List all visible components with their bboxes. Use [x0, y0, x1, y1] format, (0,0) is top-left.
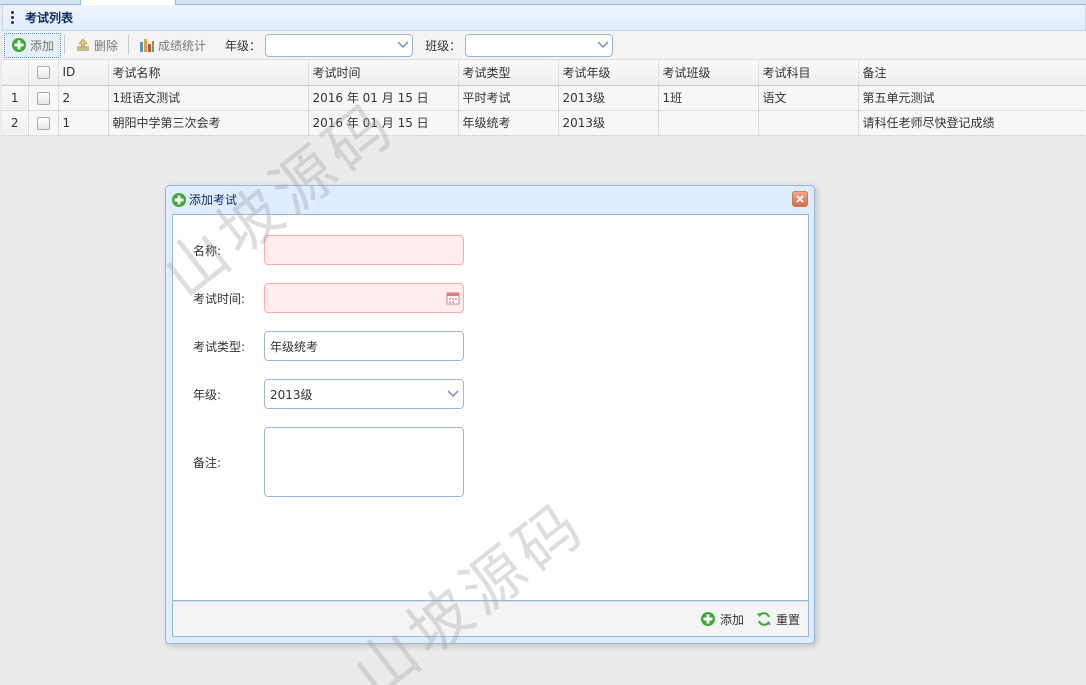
- column-header[interactable]: 考试类型: [458, 60, 559, 86]
- type-label: 考试类型:: [193, 339, 246, 354]
- dialog-header[interactable]: 添加考试: [166, 186, 814, 213]
- grade-label: 年级:: [193, 387, 222, 402]
- exam-table: ID 考试名称 考试时间 考试类型 考试年级 考试班级 考试科目 备注 1 2 …: [2, 60, 1086, 136]
- cell-type: 平时考试: [458, 85, 559, 111]
- type-row: 考试类型: 年级统考: [193, 331, 464, 361]
- column-header[interactable]: 备注: [858, 60, 1086, 86]
- refresh-icon: [756, 612, 771, 626]
- dialog-reset-label: 重置: [775, 612, 800, 627]
- class-filter-select[interactable]: [465, 33, 614, 57]
- dialog-body: 名称: 考试时间: 考试类型: 年级统考 年级: 2013级 备注:: [172, 214, 809, 601]
- close-button[interactable]: [792, 191, 808, 207]
- select-all-checkbox[interactable]: [28, 60, 59, 86]
- column-header[interactable]: 考试班级: [658, 60, 759, 86]
- chevron-down-icon[interactable]: [594, 35, 612, 56]
- cell-remark: 请科任老师尽快登记成绩: [858, 110, 1086, 136]
- name-input[interactable]: [264, 235, 464, 265]
- cell-name: 朝阳中学第三次会考: [108, 110, 309, 136]
- chevron-down-icon[interactable]: [443, 380, 463, 408]
- add-icon: [700, 612, 715, 626]
- toolbar: 添加 删除 成绩统计 年级： 班级：: [2, 31, 1086, 60]
- rownum-header: [2, 60, 29, 86]
- time-row: 考试时间:: [193, 283, 464, 313]
- cell-id: 2: [58, 85, 109, 111]
- add-exam-dialog: 添加考试 名称: 考试时间: 考试类型: 年级统考 年级: 2013级 备注: …: [165, 185, 815, 644]
- exam-type-input[interactable]: 年级统考: [264, 331, 464, 361]
- grade-select[interactable]: 2013级: [264, 379, 464, 409]
- dialog-add-label: 添加: [719, 612, 744, 627]
- cell-id: 1: [58, 110, 109, 136]
- column-header[interactable]: ID: [58, 60, 109, 86]
- grade-filter-label: 年级：: [225, 38, 262, 53]
- dialog-reset-button[interactable]: 重置: [756, 611, 800, 628]
- row-checkbox[interactable]: [28, 110, 59, 136]
- table-row[interactable]: 2 1 朝阳中学第三次会考 2016 年 01 月 15 日 年级统考 2013…: [2, 110, 1086, 136]
- cell-remark: 第五单元测试: [858, 85, 1086, 111]
- toolbar-separator: [64, 35, 66, 55]
- grade-row: 年级: 2013级: [193, 379, 464, 409]
- add-icon: [12, 38, 26, 52]
- grade-filter-select[interactable]: [265, 33, 414, 57]
- remark-row: 备注:: [193, 427, 464, 497]
- column-header[interactable]: 考试科目: [758, 60, 859, 86]
- delete-button[interactable]: 删除: [68, 33, 125, 58]
- panel-header: 考试列表: [2, 5, 1086, 31]
- column-header[interactable]: 考试名称: [108, 60, 309, 86]
- cell-subject: [758, 110, 859, 136]
- remark-label: 备注:: [193, 455, 222, 470]
- add-button-label: 添加: [30, 38, 55, 53]
- exam-time-input[interactable]: [264, 283, 464, 313]
- cell-grade: 2013级: [558, 110, 659, 136]
- cell-type: 年级统考: [458, 110, 559, 136]
- more-menu-icon[interactable]: [3, 11, 21, 24]
- add-button[interactable]: 添加: [4, 32, 62, 58]
- delete-button-label: 删除: [94, 38, 119, 53]
- calendar-icon[interactable]: [443, 284, 463, 312]
- cell-subject: 语文: [758, 85, 859, 111]
- column-header[interactable]: 考试时间: [308, 60, 459, 86]
- dialog-add-button[interactable]: 添加: [700, 611, 744, 628]
- cell-name: 1班语文测试: [108, 85, 309, 111]
- cell-class: 1班: [658, 85, 759, 111]
- time-label: 考试时间:: [193, 291, 246, 306]
- grade-select-value: 2013级: [270, 387, 313, 402]
- stats-button[interactable]: 成绩统计: [132, 33, 213, 58]
- class-filter-label: 班级：: [425, 38, 462, 53]
- cell-time: 2016 年 01 月 15 日: [308, 110, 459, 136]
- close-icon: [796, 195, 804, 203]
- panel-title: 考试列表: [25, 11, 74, 25]
- chevron-down-icon[interactable]: [394, 35, 412, 56]
- remark-textarea[interactable]: [264, 427, 464, 497]
- add-icon: [172, 192, 186, 207]
- delete-icon: [77, 38, 90, 51]
- dialog-footer: 添加 重置: [172, 601, 809, 637]
- cell-grade: 2013级: [558, 85, 659, 111]
- row-number: 1: [2, 85, 29, 111]
- cell-time: 2016 年 01 月 15 日: [308, 85, 459, 111]
- table-row[interactable]: 1 2 1班语文测试 2016 年 01 月 15 日 平时考试 2013级 1…: [2, 85, 1086, 111]
- table-header-row: ID 考试名称 考试时间 考试类型 考试年级 考试班级 考试科目 备注: [2, 60, 1086, 86]
- name-row: 名称:: [193, 235, 464, 265]
- name-label: 名称:: [193, 243, 222, 258]
- row-number: 2: [2, 110, 29, 136]
- cell-class: [658, 110, 759, 136]
- column-header[interactable]: 考试年级: [558, 60, 659, 86]
- dialog-title: 添加考试: [189, 193, 238, 207]
- row-checkbox[interactable]: [28, 85, 59, 111]
- stats-button-label: 成绩统计: [158, 38, 207, 53]
- bar-chart-icon: [140, 39, 155, 52]
- toolbar-separator: [128, 35, 130, 55]
